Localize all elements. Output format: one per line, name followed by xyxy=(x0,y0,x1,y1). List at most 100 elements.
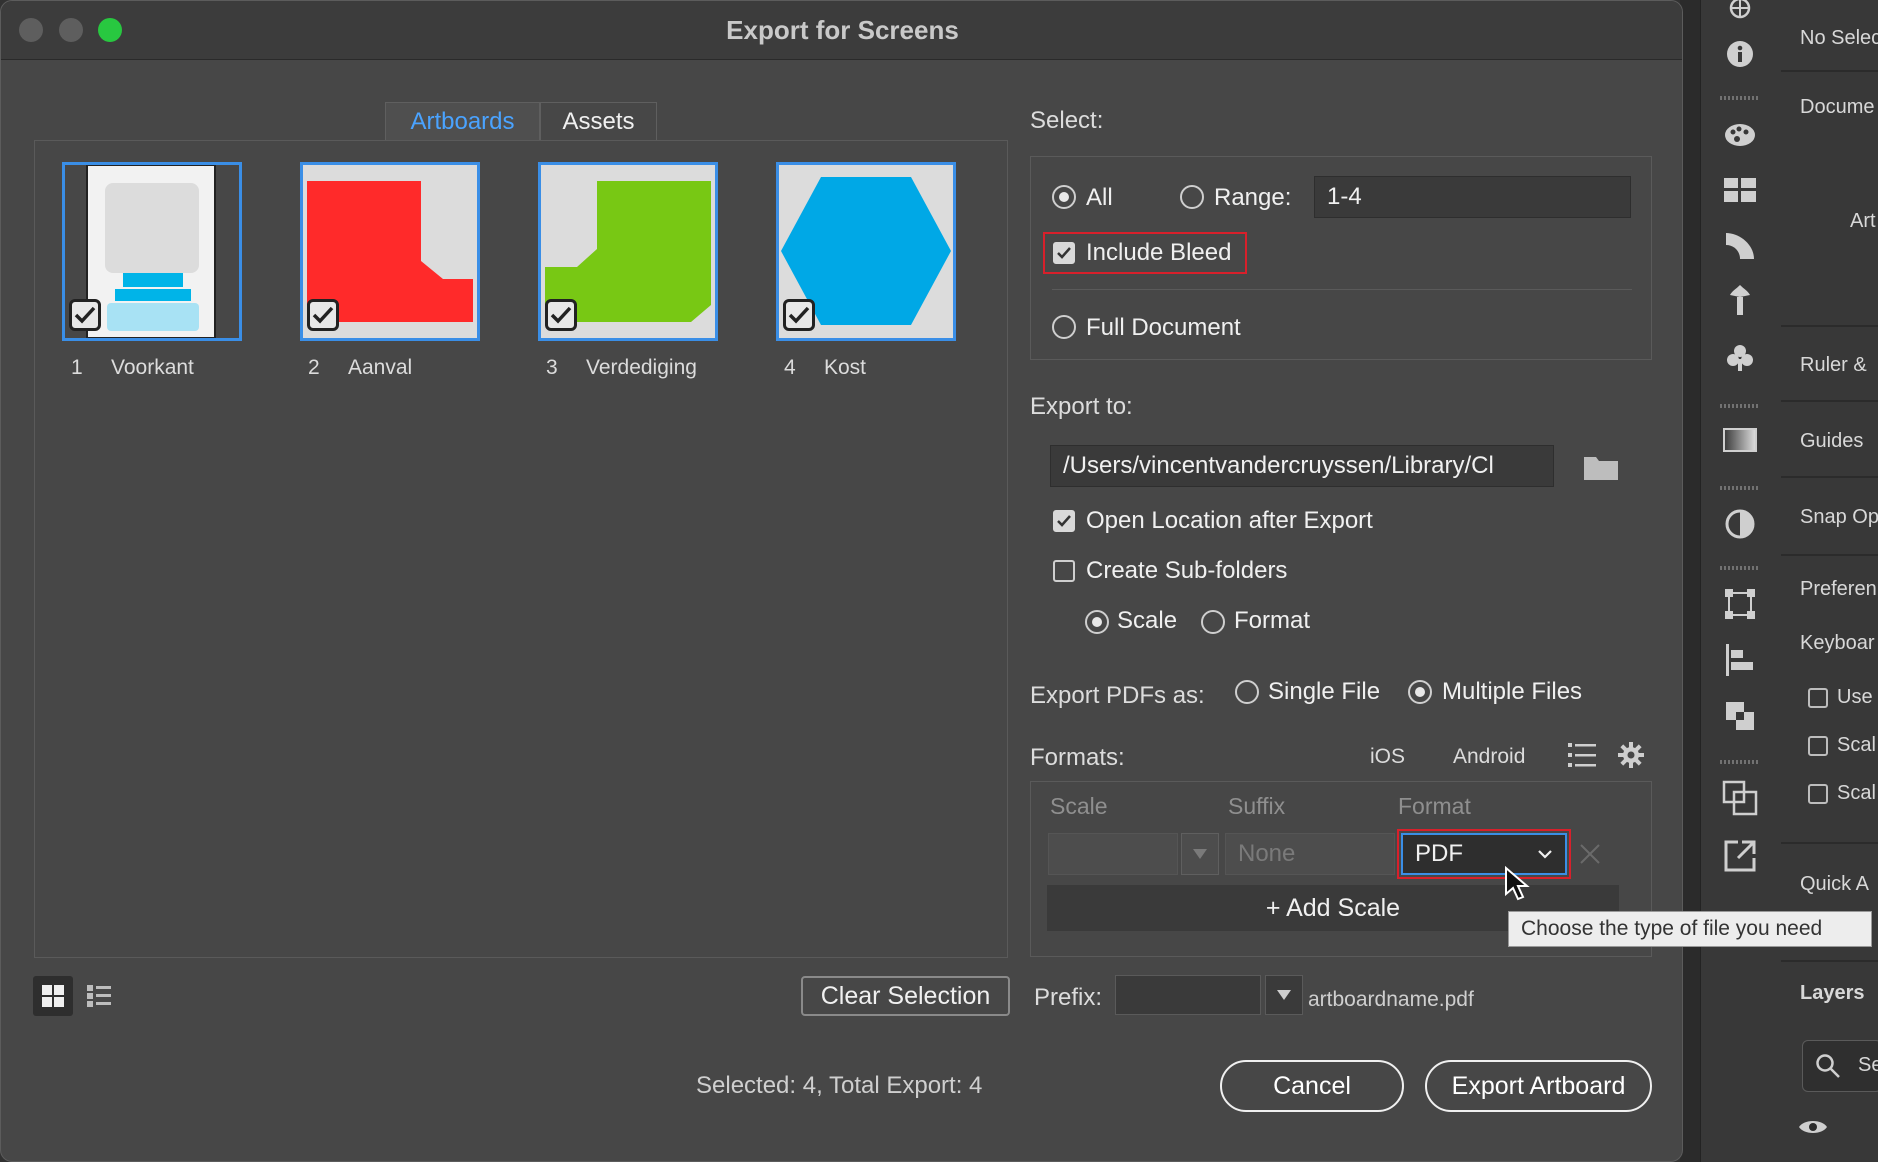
ios-preset-link[interactable]: iOS xyxy=(1370,745,1405,769)
gradient-swatch-icon[interactable] xyxy=(1718,228,1762,264)
artboard-2-checkbox[interactable] xyxy=(307,299,339,331)
android-preset-link[interactable]: Android xyxy=(1453,745,1525,769)
symbols-icon[interactable] xyxy=(1718,340,1762,376)
divider xyxy=(1781,70,1878,72)
scale-strokes-checkbox[interactable] xyxy=(1808,784,1828,804)
scale-dropdown-button[interactable] xyxy=(1181,833,1219,875)
clear-selection-button[interactable]: Clear Selection xyxy=(801,976,1010,1016)
artboard-3-checkbox[interactable] xyxy=(545,299,577,331)
format-select-value: PDF xyxy=(1415,840,1463,867)
artboard-2-label: 2 Aanval xyxy=(308,356,412,380)
properties-ruler-label[interactable]: Ruler & xyxy=(1800,354,1867,377)
cancel-button[interactable]: Cancel xyxy=(1220,1060,1404,1112)
open-location-label: Open Location after Export xyxy=(1086,507,1373,534)
single-file-radio[interactable] xyxy=(1235,680,1259,704)
eye-icon[interactable] xyxy=(1798,1118,1828,1141)
properties-guides-label[interactable]: Guides xyxy=(1800,430,1863,453)
properties-artboards-label: Art xyxy=(1850,210,1876,232)
divider xyxy=(1781,476,1878,478)
scale-input[interactable] xyxy=(1048,833,1178,875)
artboard-3-number: 3 xyxy=(546,356,558,379)
artboards-panel-icon[interactable] xyxy=(1718,780,1762,816)
use-preview-checkbox[interactable] xyxy=(1808,688,1828,708)
scale-strokes-label: Scal xyxy=(1837,782,1876,804)
artboard-4-label: 4 Kost xyxy=(784,356,866,380)
panel-grip[interactable] xyxy=(1720,566,1760,570)
subfolders-scale-radio[interactable] xyxy=(1085,610,1109,634)
select-range-radio[interactable] xyxy=(1180,185,1204,209)
format-column-header: Format xyxy=(1398,793,1471,819)
scale-corners-checkbox[interactable] xyxy=(1808,736,1828,756)
large-thumbnail-view-button[interactable] xyxy=(33,976,73,1016)
divider xyxy=(1781,554,1878,556)
artboard-1-checkbox[interactable] xyxy=(69,299,101,331)
brushes-icon[interactable] xyxy=(1718,282,1762,318)
properties-keyboard-label: Keyboar xyxy=(1800,632,1875,654)
properties-document-header: Docume xyxy=(1800,96,1875,118)
include-bleed-label: Include Bleed xyxy=(1086,239,1232,266)
artboard-3-name: Verdediging xyxy=(586,356,697,379)
search-icon xyxy=(1815,1053,1841,1084)
export-status-text: Selected: 4, Total Export: 4 xyxy=(696,1072,983,1099)
panel-grip[interactable] xyxy=(1720,404,1760,408)
artboard-2-number: 2 xyxy=(308,356,320,379)
swatches-icon[interactable] xyxy=(1718,172,1762,208)
artboard-3-label: 3 Verdediging xyxy=(546,356,697,380)
artboard-4-name: Kost xyxy=(824,356,867,379)
multiple-files-label: Multiple Files xyxy=(1442,678,1583,705)
full-document-radio[interactable] xyxy=(1052,315,1076,339)
color-palette-icon[interactable] xyxy=(1718,116,1762,152)
artboard-4-checkbox[interactable] xyxy=(783,299,815,331)
full-document-label: Full Document xyxy=(1086,314,1241,341)
panel-grip[interactable] xyxy=(1720,96,1760,100)
prefix-input[interactable] xyxy=(1115,975,1261,1015)
pathfinder-icon[interactable] xyxy=(1718,698,1762,734)
remove-scale-icon[interactable] xyxy=(1579,843,1601,870)
select-all-radio[interactable] xyxy=(1052,185,1076,209)
export-pdfs-label: Export PDFs as: xyxy=(1030,682,1205,709)
align-icon[interactable] xyxy=(1718,642,1762,678)
range-input[interactable]: 1-4 xyxy=(1314,176,1631,218)
layers-search-placeholder: Se xyxy=(1858,1054,1878,1076)
suffix-column-header: Suffix xyxy=(1228,793,1286,819)
use-checkbox-label: Use xyxy=(1837,686,1873,708)
export-path-field[interactable]: /Users/vincentvandercruyssen/Library/Cl xyxy=(1050,445,1554,487)
gear-icon[interactable] xyxy=(1618,742,1644,773)
format-select[interactable]: PDF xyxy=(1401,833,1567,875)
properties-preferences-header: Preferen xyxy=(1800,578,1877,600)
appearance-icon[interactable] xyxy=(1718,506,1762,542)
gradient-icon[interactable] xyxy=(1718,422,1762,458)
prefix-dropdown-button[interactable] xyxy=(1265,975,1303,1015)
export-artboard-button[interactable]: Export Artboard xyxy=(1425,1060,1652,1112)
panel-grip[interactable] xyxy=(1720,760,1760,764)
single-file-label: Single File xyxy=(1268,678,1381,705)
suffix-input[interactable]: None xyxy=(1225,833,1395,875)
export-for-screens-dialog: Export for Screens Artboards Assets 1 Vo… xyxy=(0,0,1683,1162)
subfolders-scale-label: Scale xyxy=(1117,607,1178,634)
select-range-label: Range: xyxy=(1214,184,1292,211)
include-bleed-checkbox[interactable] xyxy=(1053,242,1075,264)
artboard-2-name: Aanval xyxy=(348,356,413,379)
small-thumbnail-view-button[interactable] xyxy=(79,976,119,1016)
tab-artboards[interactable]: Artboards xyxy=(385,102,540,140)
divider xyxy=(1781,842,1878,844)
info-icon[interactable] xyxy=(1718,36,1762,72)
open-location-checkbox[interactable] xyxy=(1053,510,1075,532)
multiple-files-radio[interactable] xyxy=(1408,680,1432,704)
list-presets-icon[interactable] xyxy=(1568,742,1596,773)
export-icon[interactable] xyxy=(1718,838,1762,874)
prefix-label: Prefix: xyxy=(1034,984,1103,1011)
divider xyxy=(1052,289,1632,290)
layers-panel-tab[interactable]: Layers xyxy=(1800,982,1865,1005)
tab-assets[interactable]: Assets xyxy=(540,102,657,140)
libraries-icon[interactable] xyxy=(1718,0,1762,26)
properties-snap-label[interactable]: Snap Op xyxy=(1800,506,1878,529)
divider xyxy=(1781,400,1878,402)
folder-icon[interactable] xyxy=(1583,453,1619,486)
create-subfolders-checkbox[interactable] xyxy=(1053,560,1075,582)
subfolders-format-radio[interactable] xyxy=(1201,610,1225,634)
transform-icon[interactable] xyxy=(1718,586,1762,622)
divider xyxy=(1781,325,1878,327)
dialog-title: Export for Screens xyxy=(726,15,959,45)
panel-grip[interactable] xyxy=(1720,486,1760,490)
